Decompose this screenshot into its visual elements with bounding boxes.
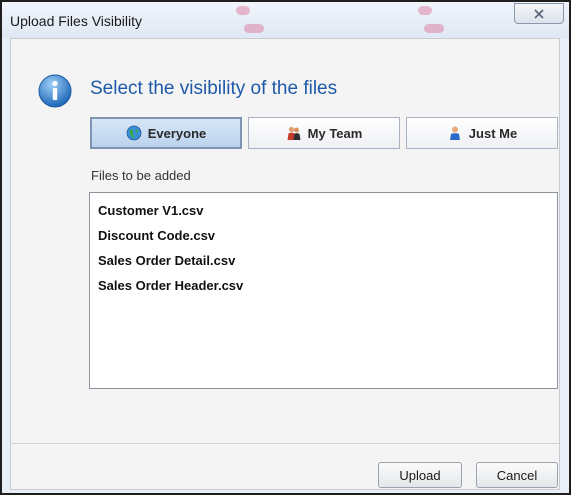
file-item[interactable]: Discount Code.csv [98,228,557,253]
background-decoration [230,2,290,38]
close-button[interactable] [514,3,564,24]
title-bar[interactable]: Upload Files Visibility [2,2,569,38]
dialog-heading: Select the visibility of the files [90,78,338,99]
team-icon [287,126,301,140]
dialog-window: Upload Files Visibility Select the visib… [0,0,571,495]
file-item[interactable]: Sales Order Header.csv [98,278,557,303]
files-label: Files to be added [91,168,191,183]
upload-button[interactable]: Upload [378,462,462,488]
info-icon [38,74,72,108]
footer-divider [11,443,559,444]
visibility-option-label: Everyone [147,125,207,141]
close-icon [534,8,544,19]
visibility-option-label: My Team [307,125,363,141]
background-decoration [410,2,470,38]
visibility-option-label: Just Me [468,125,518,141]
cancel-button[interactable]: Cancel [476,462,558,488]
person-icon [449,126,460,140]
visibility-option-everyone[interactable]: Everyone [90,117,242,149]
file-item[interactable]: Sales Order Detail.csv [98,253,557,278]
globe-icon [126,125,142,141]
visibility-option-just-me[interactable]: Just Me [406,117,558,149]
visibility-option-my-team[interactable]: My Team [248,117,400,149]
window-title: Upload Files Visibility [10,13,143,29]
file-list[interactable]: Customer V1.csv Discount Code.csv Sales … [89,192,558,389]
file-item[interactable]: Customer V1.csv [98,203,557,228]
